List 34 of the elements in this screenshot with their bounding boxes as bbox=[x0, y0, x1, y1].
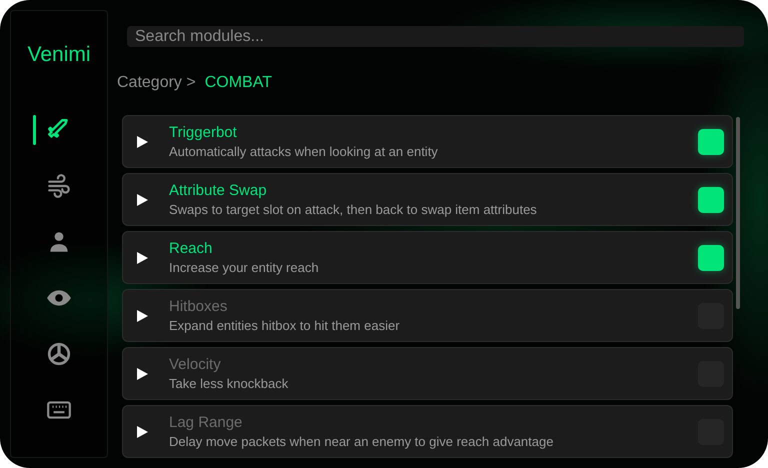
triangle-icon[interactable] bbox=[137, 194, 148, 206]
module-card[interactable]: Hitboxes Expand entities hitbox to hit them easier bbox=[122, 289, 733, 342]
toggle-checkbox[interactable] bbox=[698, 128, 724, 154]
module-card[interactable]: Triggerbot Automatically attacks when looking at an entity bbox=[122, 115, 733, 168]
module-name: Lag Range bbox=[169, 414, 244, 432]
module-description: Take less knockback bbox=[169, 376, 290, 392]
module-description: Increase your entity reach bbox=[169, 260, 320, 276]
module-card[interactable]: Velocity Take less knockback bbox=[122, 347, 733, 400]
module-name: Attribute Swap bbox=[169, 182, 268, 200]
search-field[interactable]: Search modules... bbox=[127, 26, 744, 47]
breadcrumb-label: Category > bbox=[117, 73, 196, 93]
selection-indicator bbox=[33, 114, 36, 144]
module-description: Expand entities hitbox to hit them easier bbox=[169, 318, 401, 334]
module-description: Swaps to target slot on attack, then back to swap item attributes bbox=[169, 202, 538, 218]
module-name: Velocity bbox=[169, 356, 222, 374]
triangle-icon[interactable] bbox=[137, 136, 148, 148]
module-description: Automatically attacks when looking at an entity bbox=[169, 144, 439, 160]
module-card[interactable]: Reach Increase your entity reach bbox=[122, 231, 733, 284]
triangle-icon[interactable] bbox=[137, 310, 148, 322]
triangle-icon[interactable] bbox=[137, 368, 148, 380]
scrollbar-thumb[interactable] bbox=[736, 117, 740, 309]
module-name: Reach bbox=[169, 240, 214, 258]
module-name: Triggerbot bbox=[169, 124, 238, 142]
module-card[interactable]: Lag Range Delay move packets when near an enemy to give reach advantage bbox=[122, 405, 733, 458]
toggle-checkbox[interactable] bbox=[698, 244, 724, 270]
breadcrumb-category[interactable]: COMBAT bbox=[204, 71, 272, 95]
wind-icon bbox=[46, 172, 72, 198]
module-name: Hitboxes bbox=[169, 298, 228, 316]
app-logo: Venimi bbox=[27, 42, 91, 68]
module-card[interactable]: Attribute Swap Swaps to target slot on attack, then back to swap item attributes bbox=[122, 173, 733, 226]
triangle-icon[interactable] bbox=[137, 252, 148, 264]
triangle-icon[interactable] bbox=[137, 426, 148, 438]
module-description: Delay move packets when near an enemy to give reach advantage bbox=[169, 434, 554, 450]
toggle-checkbox[interactable] bbox=[698, 186, 724, 212]
